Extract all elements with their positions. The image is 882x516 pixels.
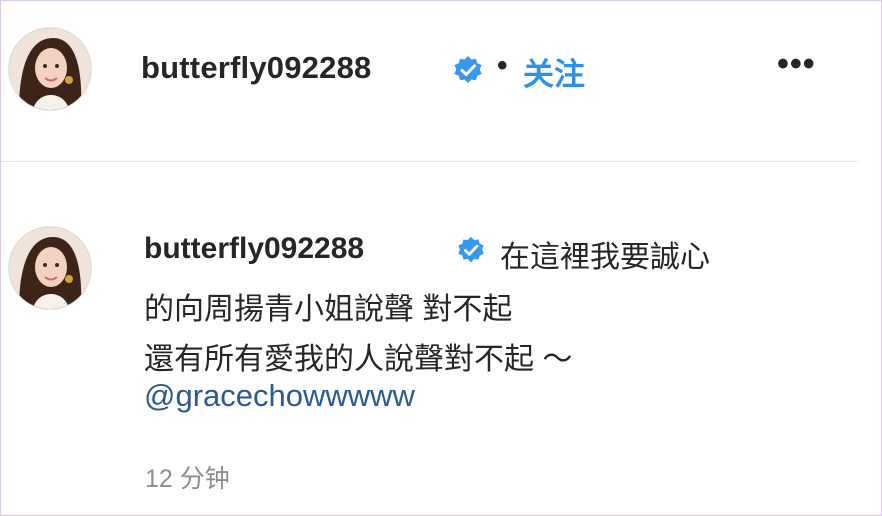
verified-badge-icon (458, 236, 484, 263)
comment-text-line-2: 的向周揚青小姐說聲 對不起 (144, 293, 513, 326)
mention-link[interactable]: @gracechowwwww (144, 378, 415, 414)
post-header: butterfly092288 • 关注 ••• (1, 1, 882, 161)
verified-badge-icon (454, 56, 482, 83)
avatar-photo-icon (9, 227, 91, 309)
comment-timestamp: 12 分钟 (145, 465, 230, 493)
comment-text-line-1: 在這裡我要誠心 (500, 241, 710, 274)
profile-avatar[interactable] (9, 28, 91, 110)
post-username[interactable]: butterfly092288 (141, 50, 371, 86)
comment-username[interactable]: butterfly092288 (144, 232, 364, 266)
divider (1, 161, 859, 162)
comment-text-line-3: 還有所有愛我的人說聲對不起 ～ (144, 343, 573, 376)
separator-dot: • (497, 49, 508, 82)
avatar-photo-icon (9, 28, 91, 110)
more-options-button[interactable]: ••• (777, 45, 816, 84)
follow-button[interactable]: 关注 (523, 49, 585, 94)
comment-avatar[interactable] (9, 227, 91, 309)
